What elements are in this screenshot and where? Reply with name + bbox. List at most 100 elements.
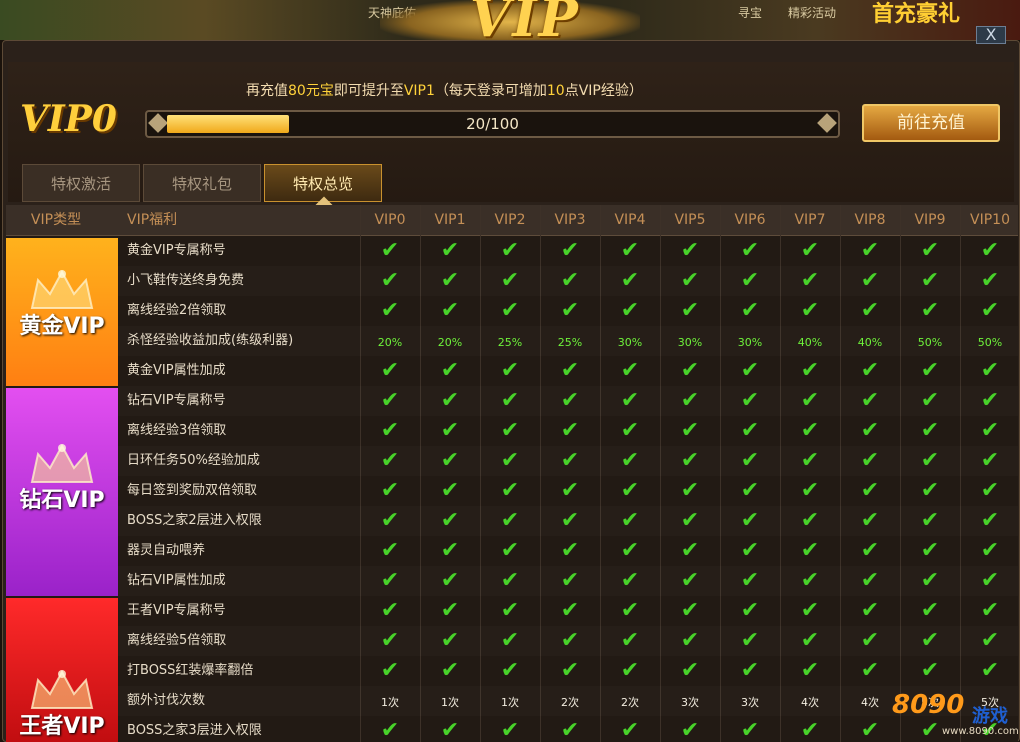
cell-value: ✔ (800, 538, 820, 563)
extra-count: 1次 (420, 686, 480, 716)
check-icon: ✔ (960, 566, 1020, 596)
benefit-label: 离线经验5倍领取 (127, 633, 227, 648)
cell-value: ✔ (860, 508, 880, 533)
check-icon: ✔ (900, 596, 960, 626)
check-icon: ✔ (600, 596, 660, 626)
check-icon: ✔ (540, 416, 600, 446)
check-icon: ✔ (780, 446, 840, 476)
cell-value: 20% (437, 336, 463, 349)
cell-value: ✔ (560, 658, 580, 683)
check-icon: ✔ (360, 566, 420, 596)
check-icon: ✔ (960, 386, 1020, 416)
cell-value: ✔ (560, 268, 580, 293)
site-watermark: 8090 游戏 www.8090.com (880, 688, 1020, 742)
close-button[interactable]: X (976, 26, 1006, 44)
check-icon: ✔ (420, 626, 480, 656)
cell-value: ✔ (860, 358, 880, 383)
check-icon: ✔ (540, 386, 600, 416)
check-icon: ✔ (720, 266, 780, 296)
cell-value: ✔ (980, 628, 1000, 653)
check-icon: ✔ (600, 656, 660, 686)
check-icon: ✔ (360, 296, 420, 326)
cell-value: ✔ (440, 718, 460, 742)
col-header-level: VIP9 (914, 212, 946, 228)
watermark-num: 8090 (892, 690, 965, 720)
col-header-benefit: VIP福利 (127, 212, 178, 228)
check-icon: ✔ (600, 626, 660, 656)
tab-privilege-gift[interactable]: 特权礼包 (143, 164, 261, 202)
cell-value: ✔ (380, 388, 400, 413)
benefit-label: 黄金VIP专属称号 (127, 243, 226, 258)
msg-part: 再充值 (246, 83, 288, 99)
crown-icon (30, 443, 94, 483)
cell-value: ✔ (740, 388, 760, 413)
col-header-type: VIP类型 (30, 212, 82, 228)
cell-value: ✔ (920, 478, 940, 503)
check-icon: ✔ (480, 626, 540, 656)
benefit-label: 黄金VIP属性加成 (127, 363, 226, 378)
cell-value: ✔ (980, 268, 1000, 293)
cell-value: ✔ (380, 268, 400, 293)
check-icon: ✔ (720, 296, 780, 326)
check-icon: ✔ (780, 296, 840, 326)
check-icon: ✔ (360, 656, 420, 686)
cell-value: ✔ (740, 478, 760, 503)
cell-value: ✔ (740, 718, 760, 742)
check-icon: ✔ (720, 476, 780, 506)
check-icon: ✔ (360, 626, 420, 656)
check-icon: ✔ (600, 386, 660, 416)
check-icon: ✔ (480, 266, 540, 296)
cell-value: ✔ (920, 448, 940, 473)
tier-card: 黄金VIP (6, 238, 118, 386)
cell-value: ✔ (680, 628, 700, 653)
cell-value: ✔ (740, 508, 760, 533)
col-header-level: VIP10 (970, 212, 1010, 228)
cell-value: ✔ (980, 418, 1000, 443)
recharge-button[interactable]: 前往充值 (862, 104, 1000, 142)
check-icon: ✔ (420, 476, 480, 506)
cell-value: ✔ (680, 718, 700, 742)
cell-value: ✔ (920, 658, 940, 683)
check-icon: ✔ (900, 236, 960, 266)
cell-value: ✔ (680, 298, 700, 323)
cell-value: ✔ (380, 358, 400, 383)
cell-value: ✔ (800, 478, 820, 503)
check-icon: ✔ (960, 356, 1020, 386)
benefit-label: 小飞鞋传送终身免费 (127, 273, 245, 288)
cell-value: ✔ (380, 418, 400, 443)
cell-value: ✔ (860, 538, 880, 563)
cell-value: ✔ (740, 598, 760, 623)
check-icon: ✔ (960, 416, 1020, 446)
cell-value: ✔ (500, 598, 520, 623)
current-vip-level: VIP0 (20, 98, 117, 140)
check-icon: ✔ (420, 716, 480, 742)
cell-value: ✔ (500, 418, 520, 443)
cell-value: ✔ (740, 418, 760, 443)
extra-count: 1次 (360, 686, 420, 716)
check-icon: ✔ (780, 626, 840, 656)
check-icon: ✔ (840, 296, 900, 326)
first-recharge-gift[interactable]: 首充豪礼 (872, 0, 960, 28)
top-item[interactable]: 精彩活动 (788, 4, 836, 21)
cell-value: ✔ (800, 298, 820, 323)
check-icon: ✔ (480, 236, 540, 266)
cell-value: ✔ (740, 448, 760, 473)
check-icon: ✔ (720, 716, 780, 742)
cell-value: ✔ (920, 538, 940, 563)
check-icon: ✔ (480, 356, 540, 386)
extra-count: 3次 (720, 686, 780, 716)
cell-value: ✔ (680, 478, 700, 503)
cell-value: ✔ (920, 508, 940, 533)
check-icon: ✔ (780, 716, 840, 742)
cell-value: ✔ (680, 238, 700, 263)
benefit-label: 离线经验2倍领取 (127, 303, 227, 318)
check-icon: ✔ (900, 506, 960, 536)
tab-privilege-activate[interactable]: 特权激活 (22, 164, 140, 202)
cell-value: ✔ (680, 358, 700, 383)
benefit-label: 王者VIP专属称号 (127, 603, 226, 618)
top-item[interactable]: 寻宝 (738, 4, 762, 21)
bonus-percent: 20% (360, 326, 420, 356)
check-icon: ✔ (420, 536, 480, 566)
check-icon: ✔ (960, 296, 1020, 326)
check-icon: ✔ (420, 596, 480, 626)
